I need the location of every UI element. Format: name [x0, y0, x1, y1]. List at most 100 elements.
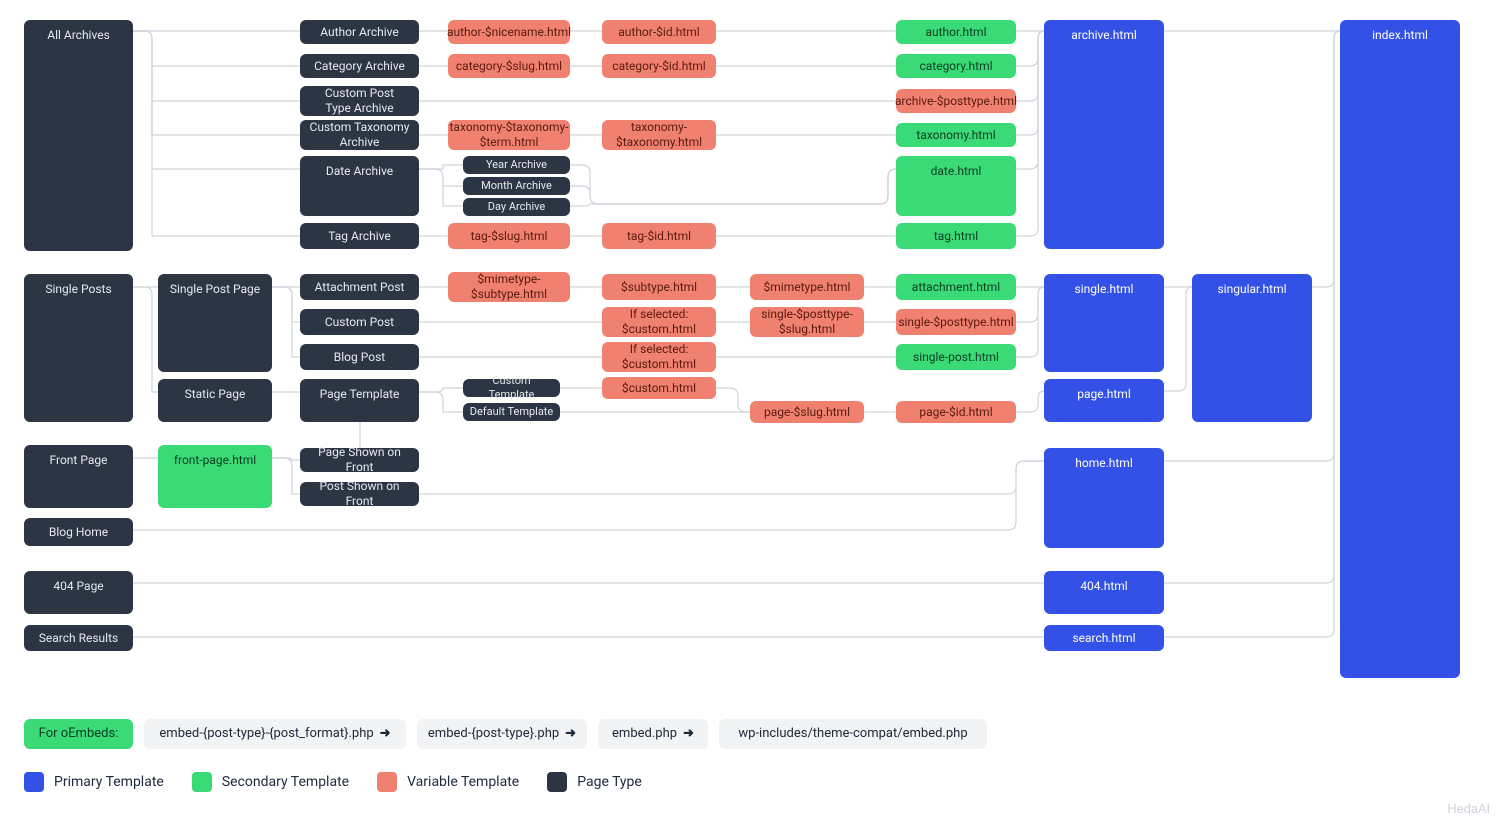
default-template: Default Template	[463, 403, 560, 421]
label: Custom Post	[325, 315, 394, 330]
label: Page Template	[320, 387, 400, 402]
label: Date Archive	[326, 164, 393, 179]
label: Single Posts	[45, 282, 111, 297]
taxonomy-taxonomy: taxonomy- $taxonomy.html	[602, 120, 716, 150]
label: single.html	[1075, 282, 1134, 297]
arrow-icon: ➜	[683, 726, 694, 742]
label: singular.html	[1217, 282, 1286, 297]
label: wp-includes/theme-compat/embed.php	[738, 726, 967, 742]
label: 404.html	[1080, 579, 1127, 594]
archive-posttype: archive-$posttype.html	[896, 89, 1016, 113]
author-id: author-$id.html	[602, 20, 716, 44]
label: single-$posttype- $slug.html	[761, 307, 853, 337]
label: archive.html	[1071, 28, 1137, 43]
page-template: Page Template	[300, 379, 419, 422]
blog-post: Blog Post	[300, 344, 419, 370]
label: Single Post Page	[170, 282, 260, 297]
search-html: search.html	[1044, 625, 1164, 651]
index-html: index.html	[1340, 20, 1460, 678]
label: tag-$slug.html	[471, 229, 548, 244]
page-html: page.html	[1044, 379, 1164, 422]
page-slug: page-$slug.html	[750, 401, 864, 423]
month-archive: Month Archive	[463, 177, 570, 195]
root-front-page: Front Page	[24, 445, 133, 508]
label: Primary Template	[54, 774, 164, 790]
root-single-posts: Single Posts	[24, 274, 133, 422]
label: For oEmbeds:	[39, 726, 119, 742]
label: Front Page	[50, 453, 108, 468]
author-html: author.html	[896, 20, 1016, 44]
front-page-html: front-page.html	[158, 445, 272, 508]
label: taxonomy-$taxonomy- $term.html	[450, 120, 569, 150]
root-blog-home: Blog Home	[24, 518, 133, 546]
label: Author Archive	[320, 25, 399, 40]
root-all-archives: All Archives	[24, 20, 133, 251]
label: Day Archive	[488, 200, 545, 214]
oembeds-label: For oEmbeds:	[24, 719, 133, 749]
category-id: category-$id.html	[602, 54, 716, 78]
cpt-archive: Custom Post Type Archive	[300, 86, 419, 116]
label: $mimetype.html	[764, 280, 851, 295]
if-selected-custom-a: If selected: $custom.html	[602, 307, 716, 337]
label: archive-$posttype.html	[895, 94, 1017, 109]
label: Variable Template	[407, 774, 519, 790]
single-posttype-slug: single-$posttype- $slug.html	[750, 307, 864, 337]
label: Post Shown on Front	[306, 479, 413, 509]
single-posttype-html: single-$posttype.html	[896, 309, 1016, 335]
label: HedaAI	[1447, 802, 1490, 817]
legend-primary: Primary Template	[24, 772, 164, 792]
label: Month Archive	[481, 179, 552, 193]
legend-variable: Variable Template	[377, 772, 519, 792]
label: $subtype.html	[621, 280, 697, 295]
label: Search Results	[39, 631, 118, 646]
taxonomy-html: taxonomy.html	[896, 123, 1016, 147]
swatch-pagetype	[547, 772, 567, 792]
page-id-html: page-$id.html	[896, 401, 1016, 423]
label: Blog Home	[49, 525, 108, 540]
label: Blog Post	[334, 350, 385, 365]
if-selected-custom-b: If selected: $custom.html	[602, 342, 716, 372]
label: search.html	[1072, 631, 1135, 646]
static-page: Static Page	[158, 379, 272, 422]
attachment-post: Attachment Post	[300, 274, 419, 300]
label: single-$posttype.html	[898, 315, 1013, 330]
tag-slug: tag-$slug.html	[448, 223, 570, 249]
single-html: single.html	[1044, 274, 1164, 372]
year-archive: Year Archive	[463, 156, 570, 174]
label: author.html	[925, 25, 986, 40]
label: page-$id.html	[919, 405, 992, 420]
label: $mimetype- $subtype.html	[471, 272, 547, 302]
tag-id: tag-$id.html	[602, 223, 716, 249]
label: author-$id.html	[618, 25, 699, 40]
label: author-$nicename.html	[447, 25, 571, 40]
label: page-$slug.html	[764, 405, 850, 420]
date-archive: Date Archive	[300, 156, 419, 216]
label: page.html	[1077, 387, 1131, 402]
label: Custom Template	[469, 374, 554, 402]
label: index.html	[1372, 28, 1428, 43]
day-archive: Day Archive	[463, 198, 570, 216]
mimetype-subtype: $mimetype- $subtype.html	[448, 272, 570, 302]
root-404: 404 Page	[24, 571, 133, 614]
label: Page Shown on Front	[306, 445, 413, 475]
label: embed-{post-type}.php	[428, 726, 559, 742]
singular-html: singular.html	[1192, 274, 1312, 422]
custom-html: $custom.html	[602, 377, 716, 399]
single-post-page: Single Post Page	[158, 274, 272, 372]
label: tag.html	[934, 229, 978, 244]
label: Attachment Post	[315, 280, 405, 295]
label: date.html	[931, 164, 982, 179]
custom-post: Custom Post	[300, 309, 419, 335]
label: category.html	[919, 59, 992, 74]
label: category-$id.html	[612, 59, 705, 74]
label: attachment.html	[912, 280, 1000, 295]
label: embed-{post-type}-{post_format}.php	[159, 726, 373, 742]
tag-archive: Tag Archive	[300, 223, 419, 249]
label: $custom.html	[622, 381, 696, 396]
swatch-variable	[377, 772, 397, 792]
embed-c: embed.php➜	[598, 719, 708, 749]
category-archive: Category Archive	[300, 54, 419, 78]
category-slug: category-$slug.html	[448, 54, 570, 78]
label: 404 Page	[53, 579, 103, 594]
mimetype: $mimetype.html	[750, 274, 864, 300]
